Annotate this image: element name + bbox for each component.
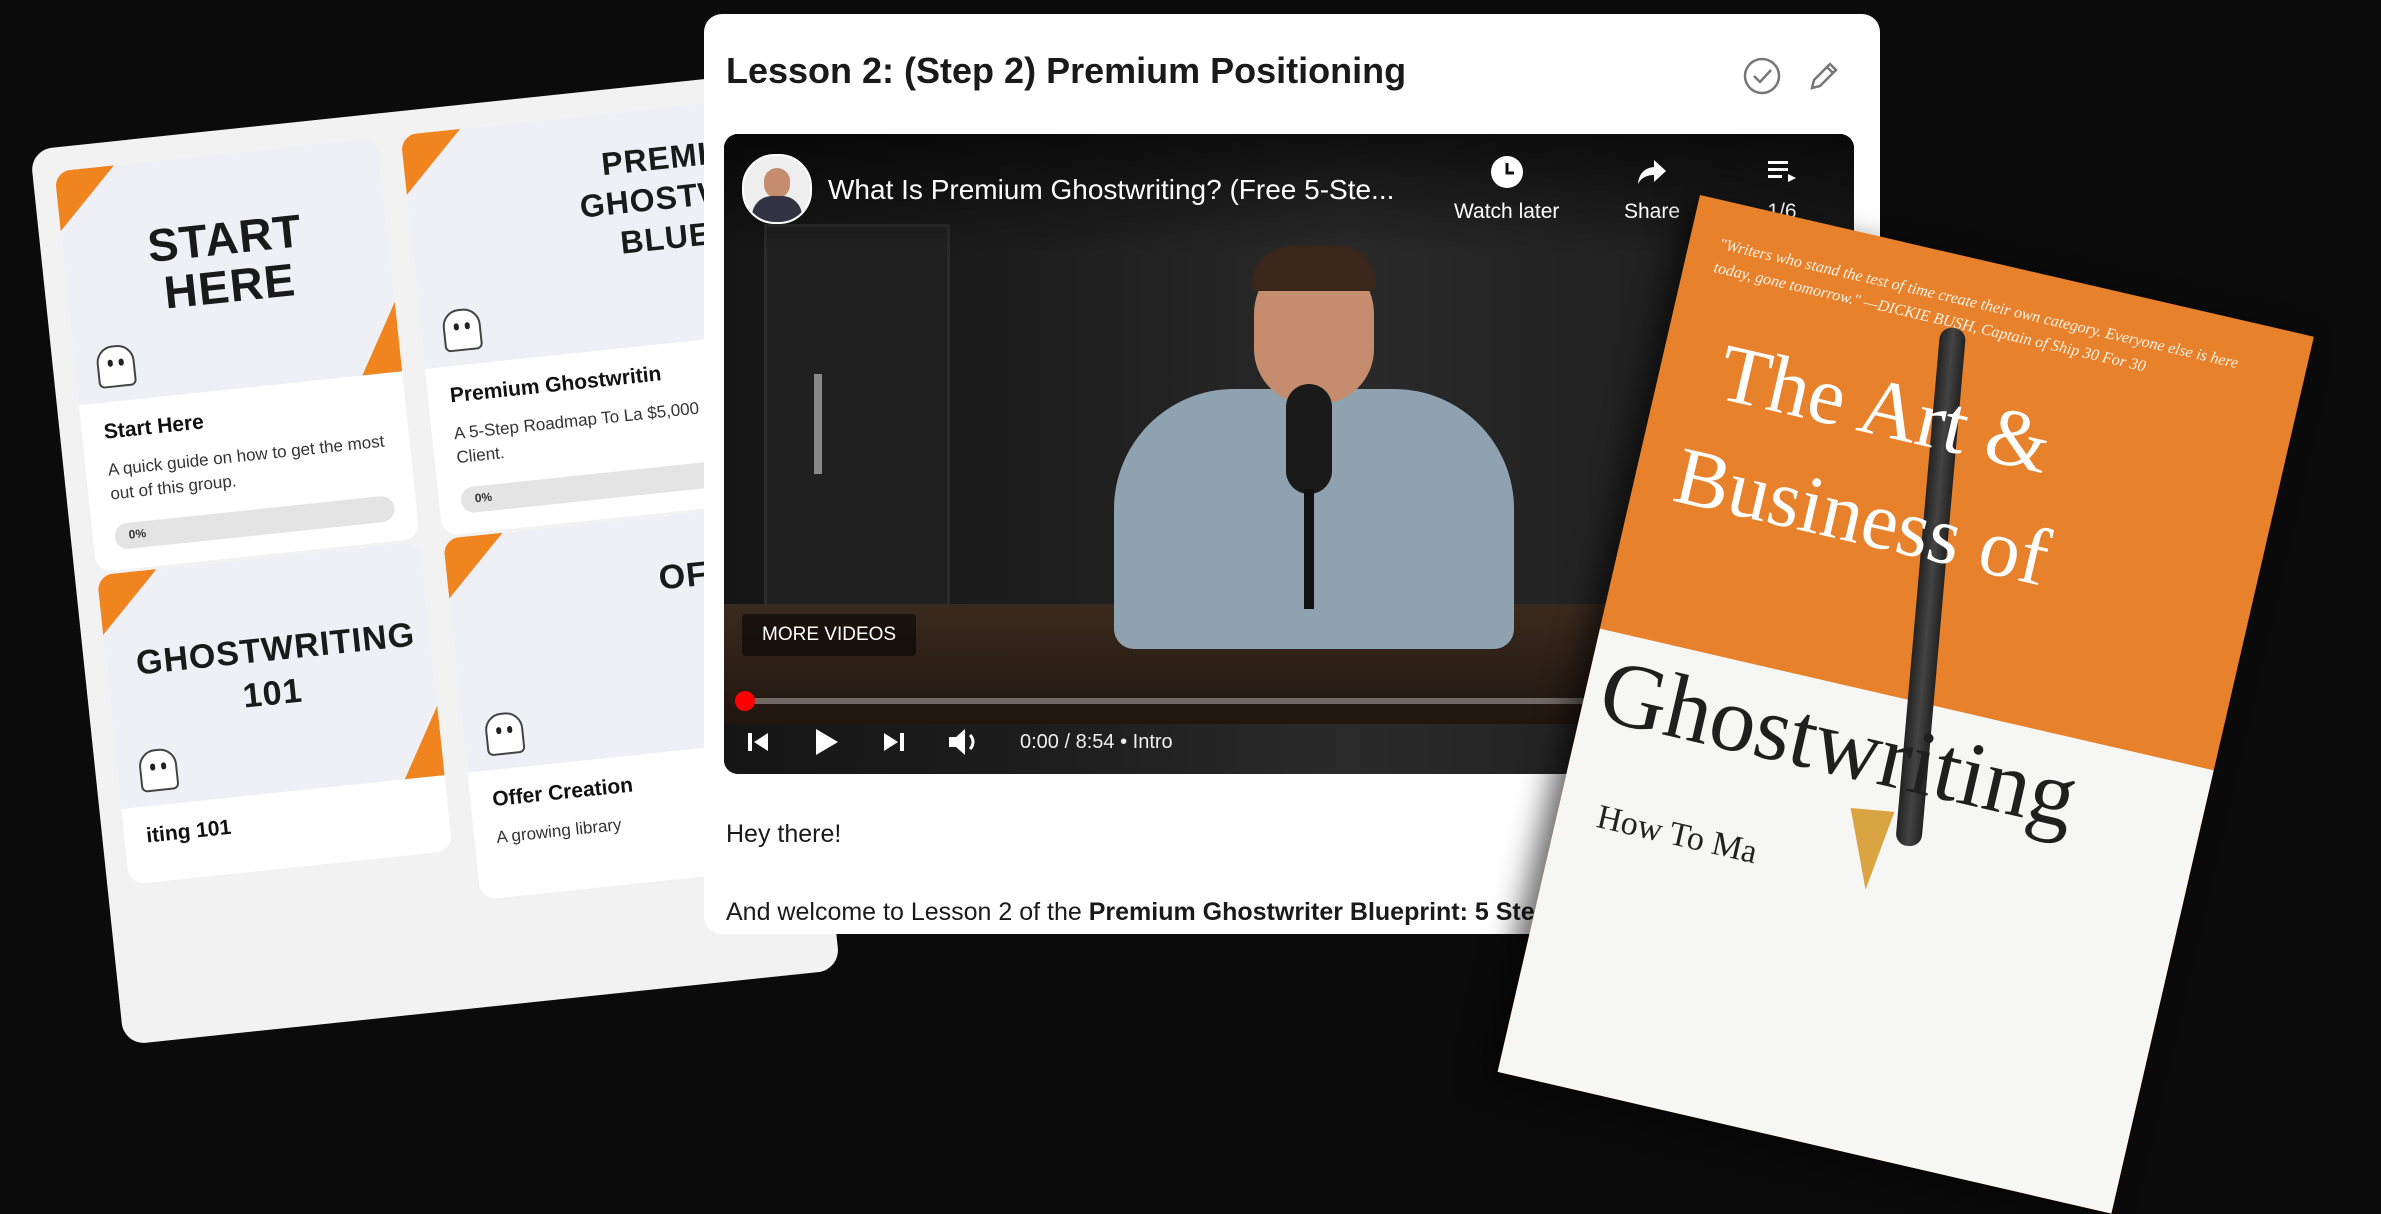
scrubber-handle[interactable] [735, 691, 755, 711]
share-button[interactable]: Share [1624, 154, 1680, 224]
background-door [764, 224, 950, 650]
ghost-icon [441, 306, 484, 353]
course-description: A 5-Step Roadmap To La $5,000 Client. [452, 398, 700, 468]
watch-later-button[interactable]: Watch later [1454, 154, 1559, 224]
next-button[interactable] [880, 728, 908, 756]
clock-icon [1490, 156, 1523, 188]
course-thumbnail: PREMIUM GHOSTWRI BLUEPRI [400, 101, 766, 369]
play-icon [816, 729, 838, 755]
playlist-icon [1768, 161, 1796, 182]
share-icon [1638, 160, 1667, 184]
course-card-ghostwriting-101[interactable]: GHOSTWRITING 101 iting 101 [96, 541, 453, 885]
check-circle-icon[interactable] [1742, 56, 1782, 96]
pencil-icon[interactable] [1804, 56, 1844, 96]
chapter-label[interactable]: Intro [1133, 731, 1173, 754]
ghost-icon [94, 343, 138, 390]
previous-button[interactable] [744, 728, 772, 756]
volume-button[interactable] [946, 726, 982, 758]
video-title[interactable]: What Is Premium Ghostwriting? (Free 5-St… [828, 174, 1394, 206]
microphone [1286, 384, 1332, 494]
lesson-intro: Hey there! [726, 820, 842, 848]
lesson-welcome: And welcome to Lesson 2 of the Premium G… [726, 898, 1587, 926]
skip-next-icon [884, 733, 904, 751]
play-button[interactable] [810, 726, 842, 758]
course-title: iting 101 [145, 815, 233, 848]
volume-icon [949, 729, 975, 755]
skip-previous-icon [748, 733, 768, 751]
time-display: 0:00 / 8:54 [1020, 730, 1115, 753]
course-description: A quick guide on how to get the most out… [106, 431, 386, 504]
more-videos-button[interactable]: MORE VIDEOS [742, 614, 917, 656]
lesson-title: Lesson 2: (Step 2) Premium Positioning [726, 50, 1407, 91]
course-thumbnail: START HERE [54, 137, 403, 406]
course-card-start-here[interactable]: START HERE Start Here A quick guide on h… [54, 137, 420, 573]
channel-avatar[interactable] [742, 154, 812, 224]
course-thumbnail: GHOSTWRITING 101 [96, 541, 445, 810]
lesson-actions [1742, 56, 1844, 96]
ghost-icon [483, 710, 526, 757]
ghost-icon [137, 747, 180, 793]
